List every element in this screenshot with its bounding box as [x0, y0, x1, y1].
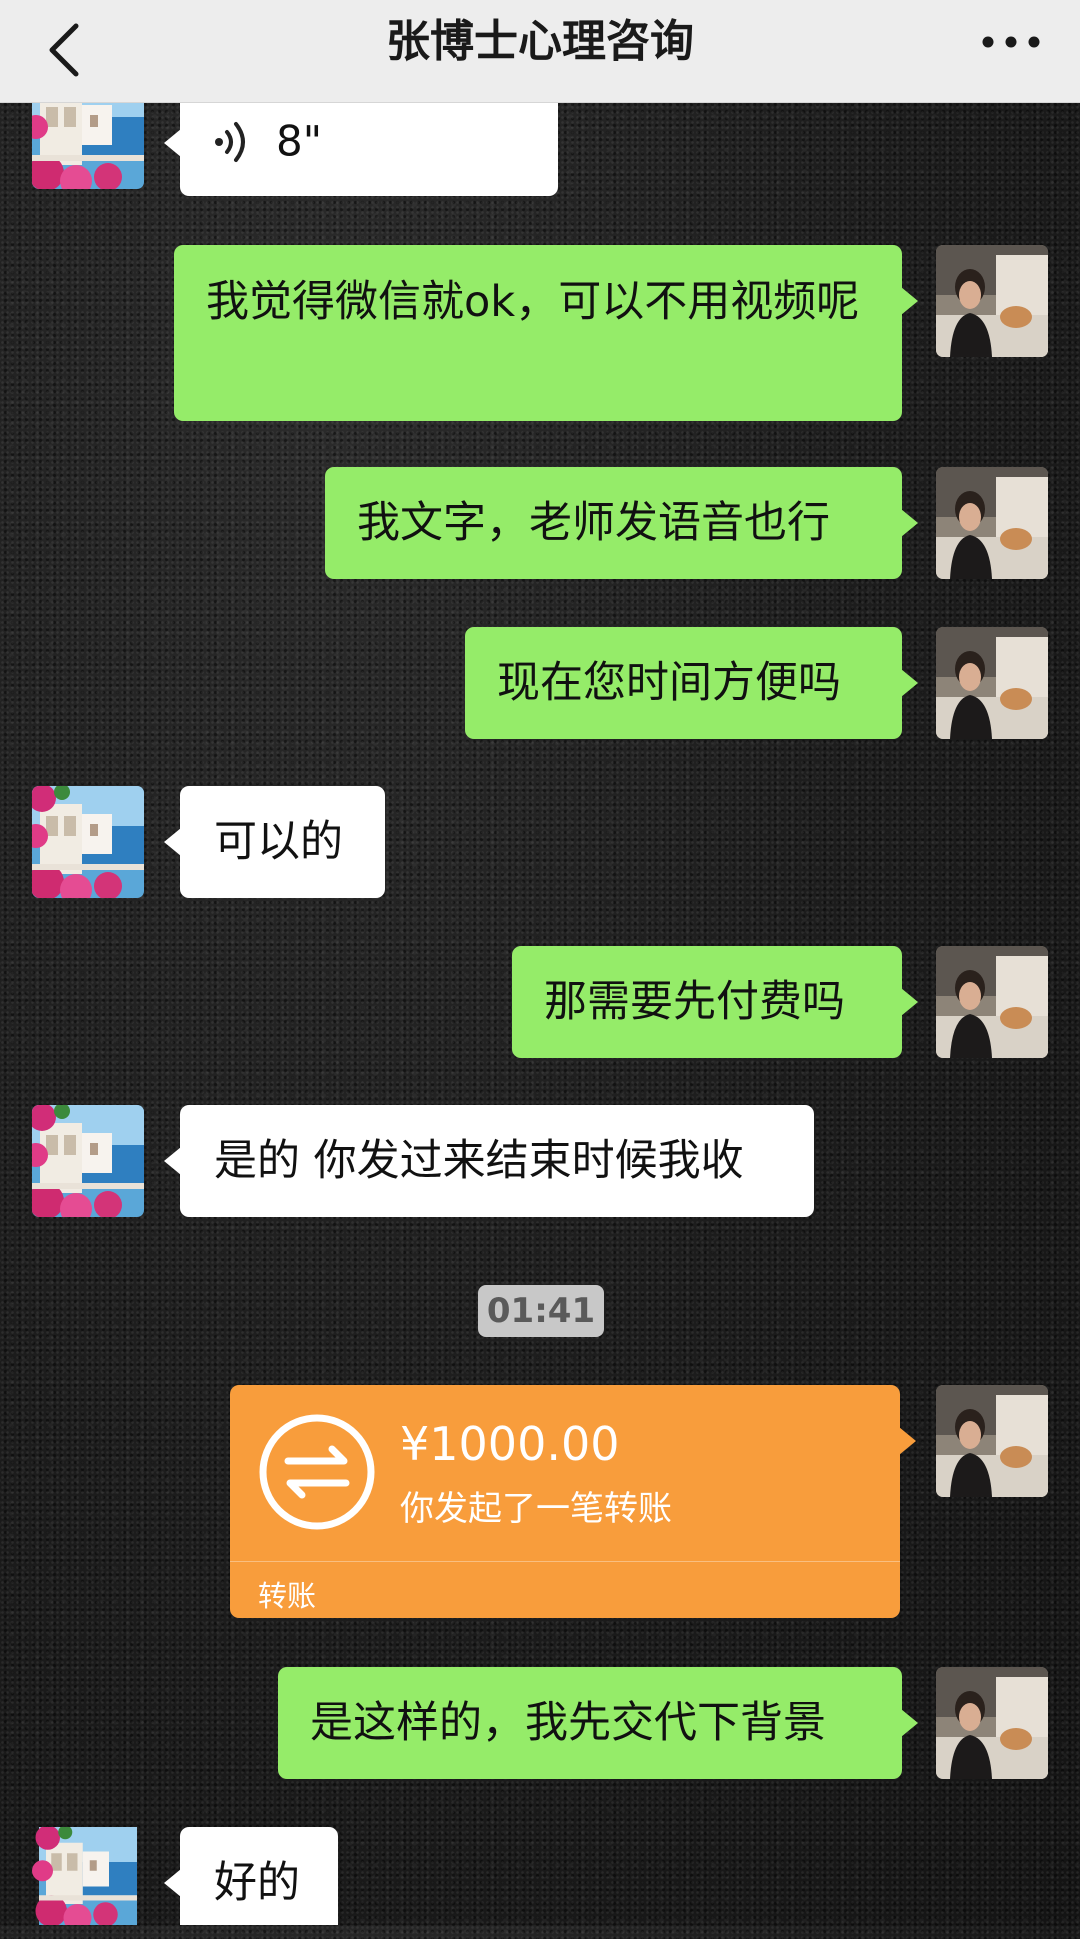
transfer-description: 你发起了一笔转账 — [400, 1489, 672, 1529]
voice-duration: 8" — [276, 116, 323, 166]
outgoing-text-message[interactable]: 我文字，老师发语音也行 — [325, 467, 918, 579]
more-dots-icon — [982, 36, 1040, 48]
voice-message[interactable]: 8" — [164, 87, 558, 196]
contact-avatar[interactable] — [32, 1105, 144, 1217]
contact-avatar[interactable] — [32, 1827, 144, 1939]
incoming-text-message[interactable]: 好的 — [164, 1827, 338, 1925]
voice-wave-icon — [215, 121, 245, 162]
chat-title: 张博士心理咨询 — [386, 16, 694, 67]
user-avatar[interactable] — [936, 946, 1048, 1058]
transfer-arrows-icon — [259, 1414, 375, 1530]
chat-header: 张博士心理咨询 — [0, 0, 1080, 103]
incoming-text-message[interactable]: 可以的 — [164, 786, 385, 898]
outgoing-text-message[interactable]: 现在您时间方便吗 — [465, 627, 918, 739]
outgoing-text-message[interactable]: 是这样的，我先交代下背景 — [278, 1667, 918, 1779]
transfer-divider — [230, 1561, 900, 1562]
transfer-amount: ¥1000.00 — [400, 1417, 620, 1471]
user-avatar[interactable] — [936, 467, 1048, 579]
outgoing-text-message[interactable]: 我觉得微信就ok，可以不用视频呢 — [174, 245, 918, 421]
user-avatar[interactable] — [936, 1385, 1048, 1497]
user-avatar[interactable] — [936, 627, 1048, 739]
transfer-label: 转账 — [258, 1579, 317, 1613]
incoming-text-message[interactable]: 是的 你发过来结束时候我收 — [164, 1105, 814, 1217]
user-avatar[interactable] — [936, 1667, 1048, 1779]
more-options-button[interactable] — [978, 22, 1044, 62]
outgoing-text-message[interactable]: 那需要先付费吗 — [512, 946, 918, 1058]
contact-avatar[interactable] — [32, 786, 144, 898]
message-timestamp: 01:41 — [478, 1285, 604, 1337]
user-avatar[interactable] — [936, 245, 1048, 357]
transfer-card[interactable]: ¥1000.00 你发起了一笔转账 转账 — [230, 1385, 916, 1618]
